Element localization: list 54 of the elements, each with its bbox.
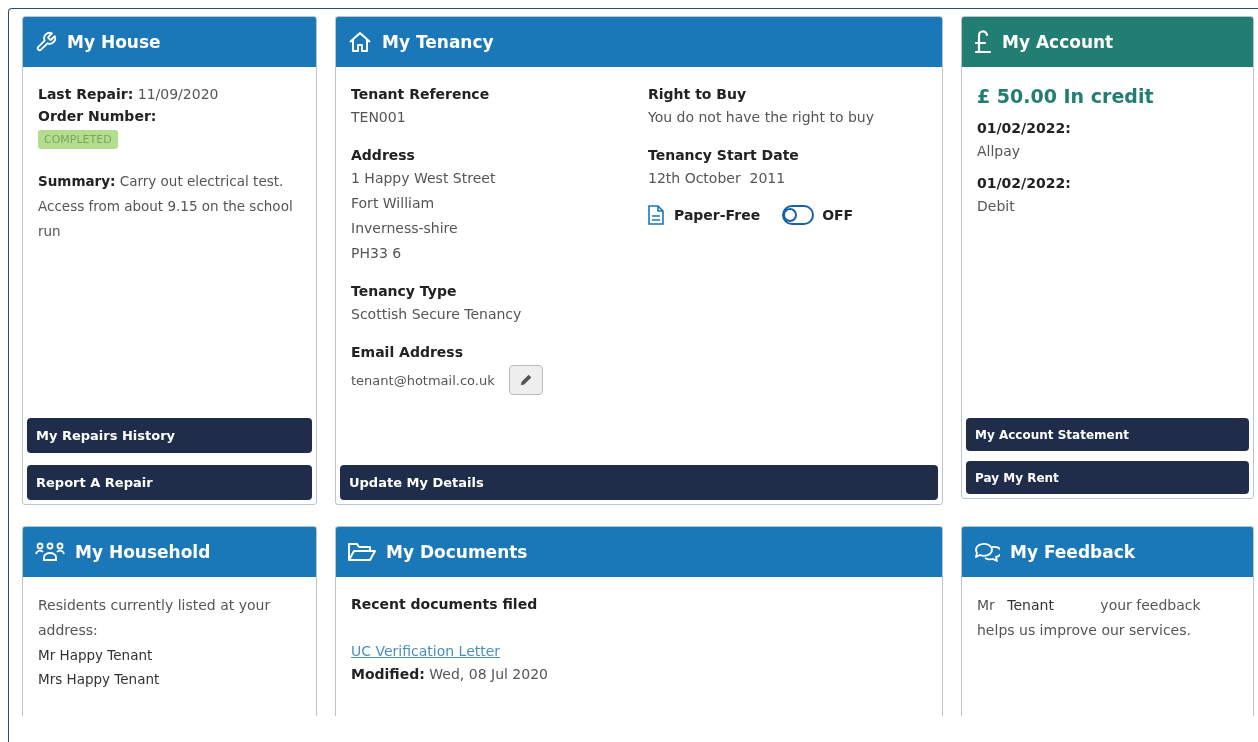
nav-button[interactable]: My Repairs History <box>27 418 312 453</box>
update-details-button[interactable]: Update My Details <box>340 465 938 500</box>
document-icon <box>648 205 664 225</box>
field-value: You do not have the right to buy <box>648 108 875 127</box>
payment-date: 01/02/2022: <box>977 119 1072 138</box>
documents-heading: Recent documents filed <box>351 595 539 614</box>
card-title: My Household <box>75 542 211 562</box>
toggle-state-label: OFF <box>822 207 854 223</box>
field-value: TEN001 <box>351 108 407 127</box>
field-label: Tenancy Start Date <box>648 146 800 165</box>
field-label: Email Address <box>351 343 464 362</box>
field-value: 1 Happy West Street <box>351 169 497 188</box>
paper-free-label: Paper-Free <box>674 207 761 223</box>
residents-intro: Residents currently listed at your address: <box>38 596 272 640</box>
card-title: My House <box>67 32 161 52</box>
folder-icon <box>348 542 376 562</box>
field-value: Inverness-shire <box>351 219 459 238</box>
status-badge: COMPLETED <box>38 130 118 149</box>
nav-button[interactable]: My Account Statement <box>966 418 1249 451</box>
toggle-switch[interactable] <box>782 205 815 225</box>
field-label: Right to Buy <box>648 85 748 104</box>
feedback-text: Mr Tenant your feedback helps us improve our services. <box>977 596 1202 640</box>
field-value: PH33 6 <box>351 244 403 263</box>
card-title: My Feedback <box>1010 542 1136 562</box>
chat-icon <box>974 541 1000 563</box>
card-title: My Account <box>1002 32 1114 52</box>
field-value: Scottish Secure Tenancy <box>351 305 523 324</box>
pencil-icon <box>518 373 533 387</box>
summary-text: Summary: Carry out electrical test. Access from about 9.15 on the school run <box>38 172 294 241</box>
payment-method: Allpay <box>977 142 1022 161</box>
document-link[interactable]: UC Verification Letter <box>351 639 501 663</box>
nav-button[interactable]: Report A Repair <box>27 465 312 500</box>
modified-text: Modified: Wed, 08 Jul 2020 <box>351 665 549 684</box>
wrench-icon <box>35 31 57 53</box>
payment-method: Debit <box>977 197 1016 216</box>
field-label: Tenant Reference <box>351 85 491 104</box>
edit-button[interactable] <box>508 365 543 395</box>
field-label: Address <box>351 146 416 165</box>
payment-date: 01/02/2022: <box>977 174 1072 193</box>
order-number-label: Order Number: <box>38 107 158 126</box>
field-label: Tenancy Type <box>351 282 458 301</box>
resident-name: Mrs Happy Tenant <box>38 670 161 689</box>
balance-text: £ 50.00 In credit <box>977 85 1155 107</box>
nav-button[interactable]: Pay My Rent <box>966 461 1249 494</box>
people-icon <box>35 542 65 562</box>
email-value: tenant@hotmail.co.uk <box>351 371 495 390</box>
house-icon <box>348 31 372 53</box>
resident-name: Mr Happy Tenant <box>38 646 154 665</box>
card-title: My Documents <box>386 542 528 562</box>
card-title: My Tenancy <box>382 32 494 52</box>
last-repair-text: Last Repair: 11/09/2020 <box>38 85 220 104</box>
pound-icon <box>974 30 992 54</box>
field-value: 12th October 2011 <box>648 169 787 188</box>
field-value: Fort William <box>351 194 436 213</box>
